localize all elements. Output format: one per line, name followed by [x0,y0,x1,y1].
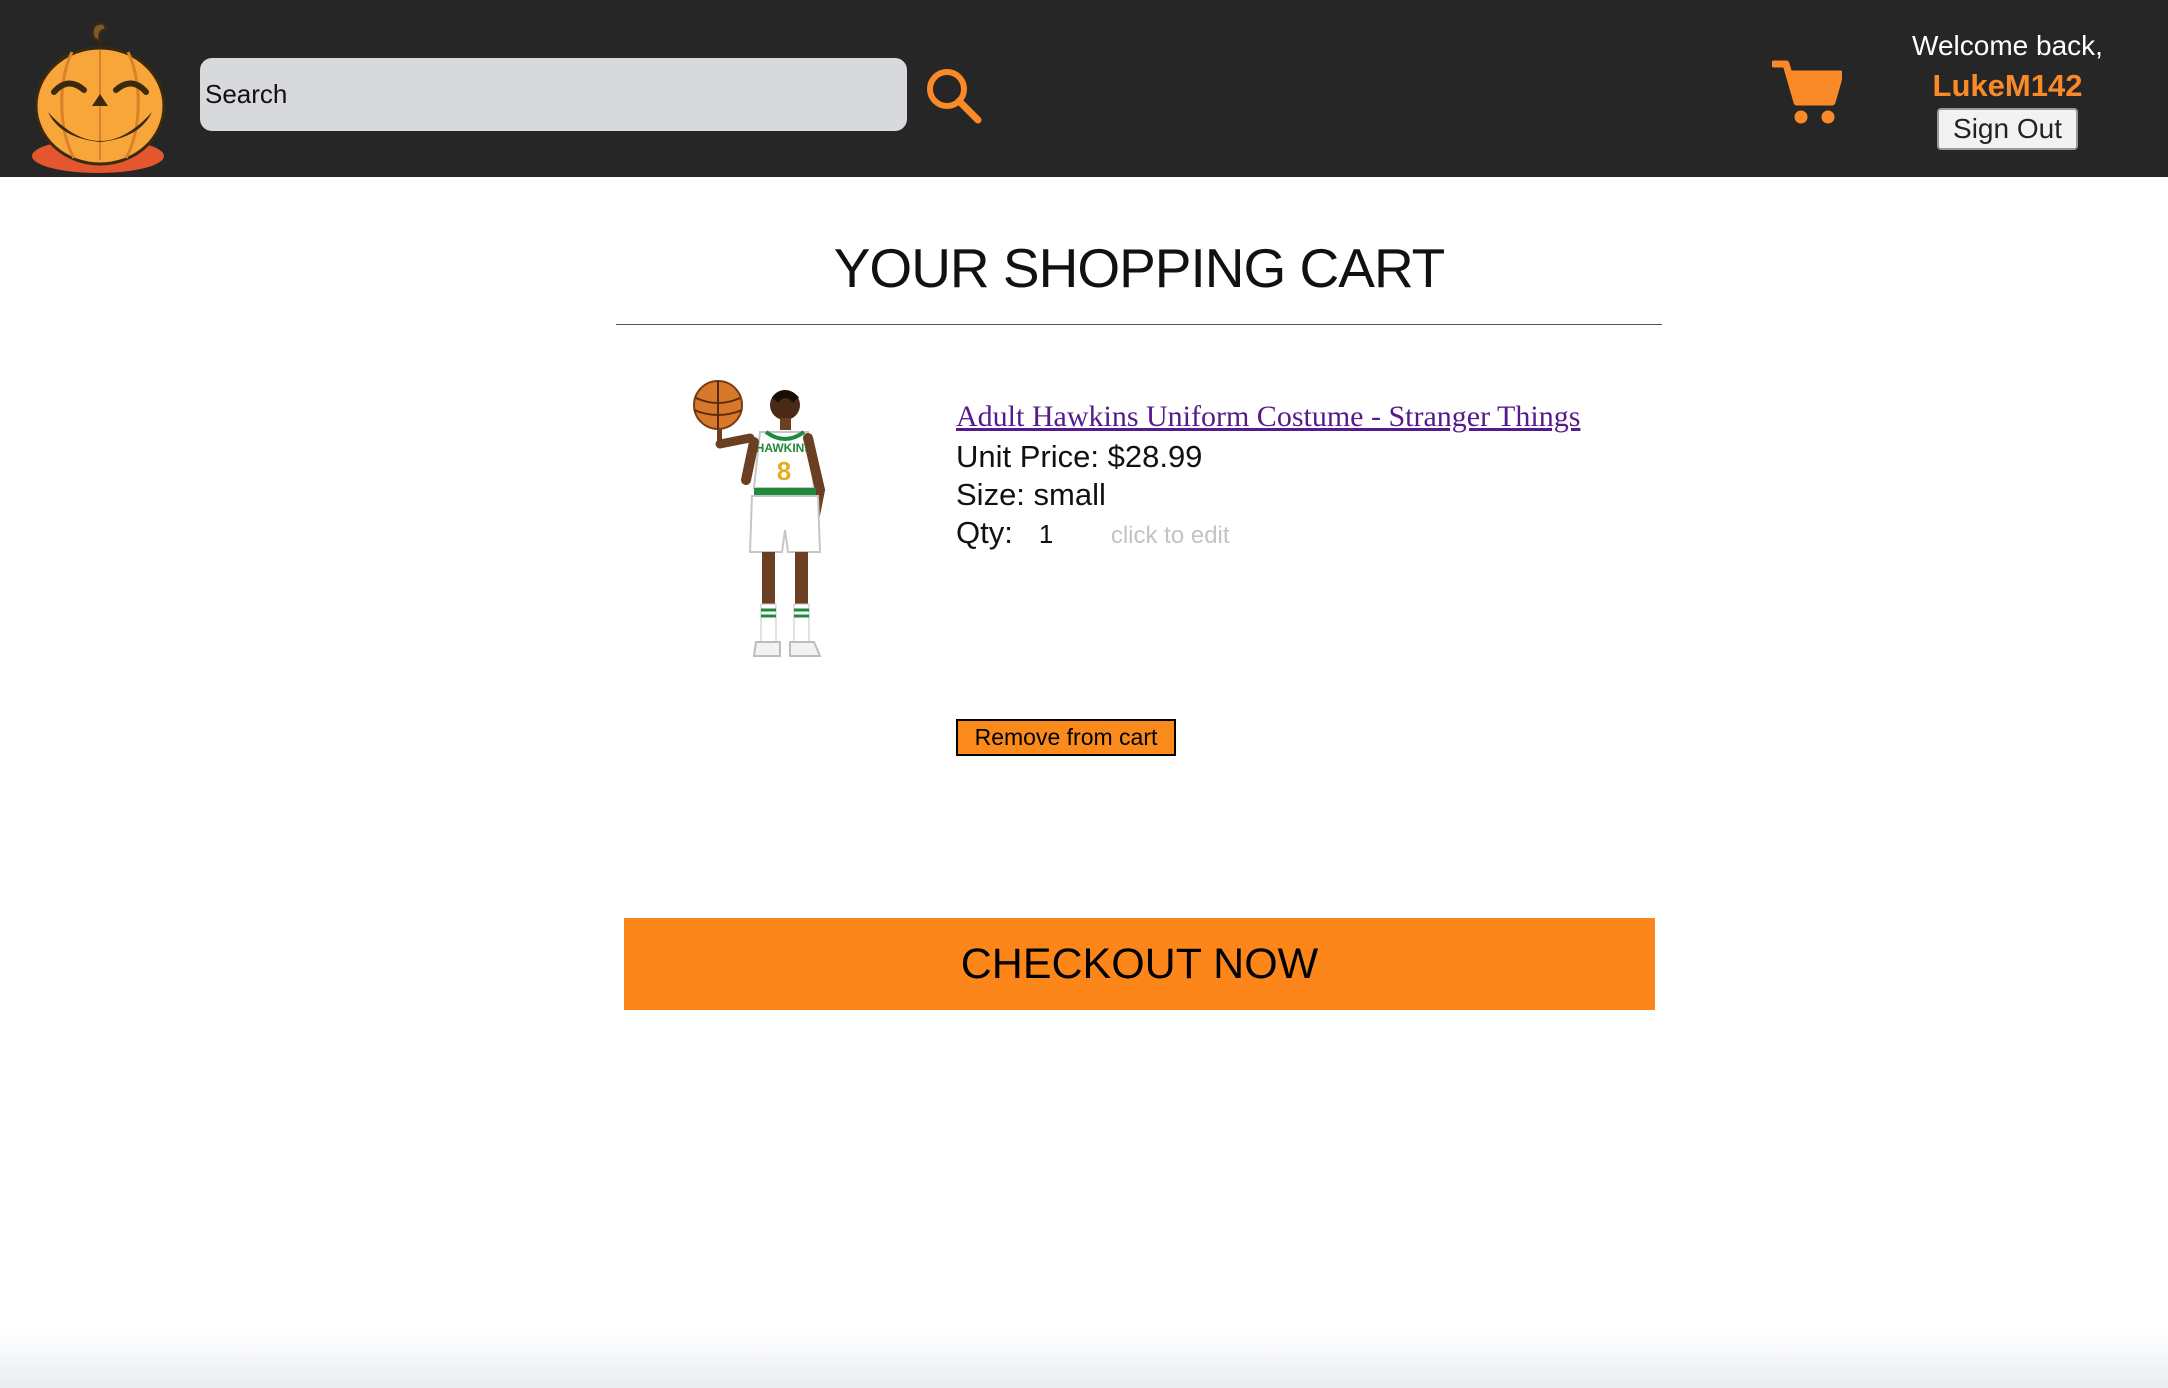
qty-edit-hint: click to edit [1110,522,1230,549]
username: LukeM142 [1932,68,2083,103]
page-title: YOUR SHOPPING CART [833,237,1446,299]
sign-out-button[interactable]: Sign Out [1937,108,2078,150]
remove-from-cart-button[interactable]: Remove from cart [956,719,1176,756]
qty-value-editable[interactable]: 1 [1039,515,1099,553]
welcome-text: Welcome back, [1912,30,2103,61]
size-value: small [1033,477,1106,512]
unit-price-label: Unit Price: [956,439,1099,474]
svg-text:8: 8 [777,456,791,486]
title-divider [616,324,1662,325]
qty-line: Qty: 1 click to edit [956,514,1656,555]
search-icon[interactable] [924,66,984,126]
user-panel: Welcome back, LukeM142 Sign Out [1900,26,2115,150]
svg-text:HAWKINS: HAWKINS [756,441,813,455]
size-line: Size: small [956,476,1656,514]
top-header: Welcome back, LukeM142 Sign Out [0,0,2168,177]
product-link[interactable]: Adult Hawkins Uniform Costume - Stranger… [956,396,1656,438]
cart-icon[interactable] [1772,58,1842,128]
checkout-button[interactable]: CHECKOUT NOW [624,918,1655,1010]
bottom-edge [0,1330,2168,1388]
product-image[interactable]: HAWKINS 8 [680,380,880,680]
cart-item-details: Adult Hawkins Uniform Costume - Stranger… [956,396,1656,555]
qty-label: Qty: [956,515,1013,550]
unit-price-line: Unit Price: $28.99 [956,438,1656,476]
pumpkin-logo-icon[interactable] [30,20,172,176]
search-input[interactable] [200,58,907,131]
size-label: Size: [956,477,1025,512]
unit-price-value: $28.99 [1107,439,1203,474]
